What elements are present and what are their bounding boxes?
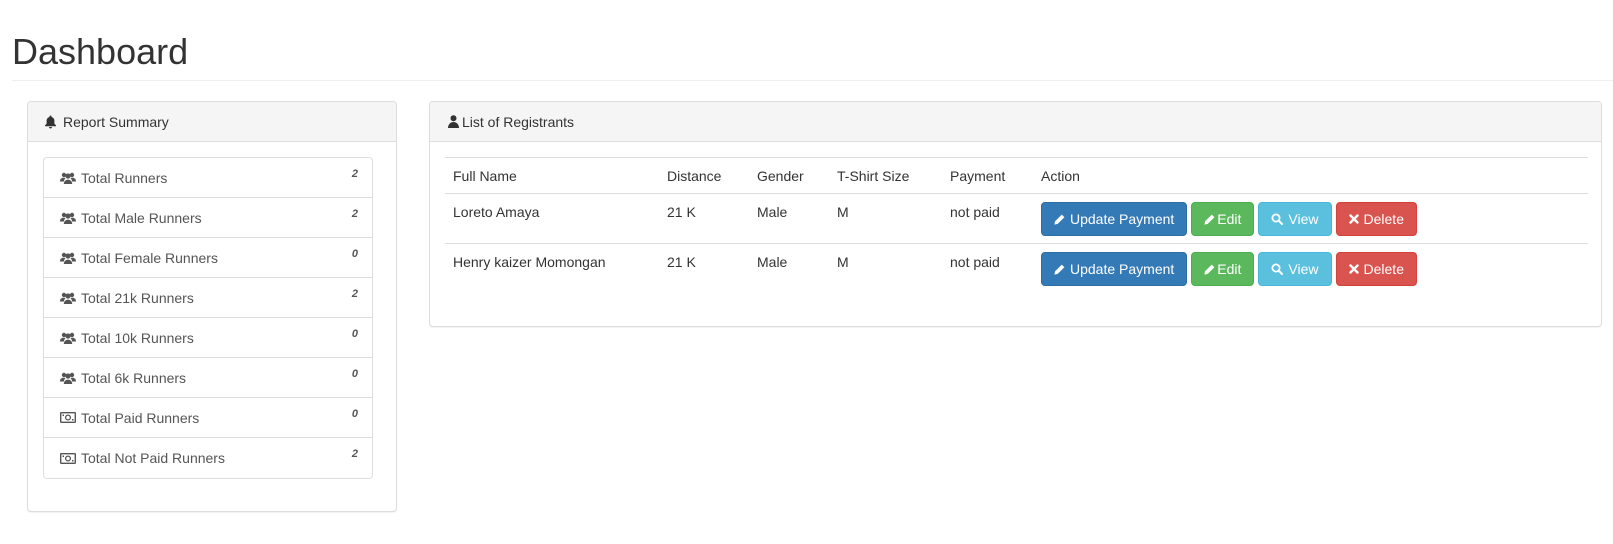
update-payment-button-label: Update Payment — [1070, 261, 1175, 277]
table-header-row: Full Name Distance Gender T-Shirt Size Payme… — [445, 157, 1588, 194]
cell-tshirt-size: M — [829, 193, 942, 244]
action-buttons: Update Payment Edit View Delete — [1041, 202, 1580, 236]
view-button-label: View — [1288, 211, 1319, 227]
column-tshirt-size: T-Shirt Size — [829, 157, 942, 194]
user-icon — [448, 115, 459, 128]
column-distance: Distance — [659, 157, 749, 194]
summary-item-count: 0 — [351, 408, 358, 420]
update-payment-button[interactable]: Update Payment — [1041, 252, 1188, 286]
summary-item: Total Female Runners 0 — [44, 238, 372, 278]
users-icon — [60, 372, 76, 384]
summary-item: Total Not Paid Runners 2 — [44, 438, 372, 478]
search-icon — [1271, 263, 1284, 275]
users-icon — [60, 172, 76, 184]
users-icon — [60, 292, 76, 304]
summary-item: Total 6k Runners 0 — [44, 358, 372, 398]
view-button[interactable]: View — [1258, 202, 1332, 236]
summary-item-label: Total Paid Runners — [81, 409, 200, 426]
summary-item-count: 2 — [351, 168, 358, 180]
update-payment-button[interactable]: Update Payment — [1041, 202, 1188, 236]
users-icon — [60, 332, 76, 344]
summary-item-count: 0 — [351, 328, 358, 340]
action-buttons: Update Payment Edit View Delete — [1041, 252, 1580, 286]
column-action: Action — [1033, 157, 1588, 194]
update-payment-button-label: Update Payment — [1070, 211, 1175, 227]
remove-icon — [1348, 214, 1359, 224]
summary-item-count: 0 — [351, 368, 358, 380]
summary-item-count: 2 — [351, 448, 358, 460]
bell-icon — [44, 115, 57, 129]
registrants-panel: List of Registrants Full Name Distance Gen… — [429, 101, 1602, 327]
delete-button-label: Delete — [1363, 211, 1404, 227]
summary-item-label: Total Male Runners — [81, 209, 202, 226]
summary-list: Total Runners 2 Total Male Runners 2 Total F… — [43, 157, 373, 479]
summary-item: Total Paid Runners 0 — [44, 398, 372, 438]
cell-full-name: Henry kaizer Momongan — [453, 254, 606, 270]
cell-gender: Male — [749, 193, 829, 244]
view-button-label: View — [1288, 261, 1319, 277]
cell-distance: 21 K — [667, 254, 696, 270]
summary-item-label: Total Not Paid Runners — [81, 450, 225, 466]
summary-item: Total 10k Runners 0 — [44, 318, 372, 358]
cell-action: Update Payment Edit View Delete — [1033, 193, 1588, 244]
cell-distance: 21 K — [659, 193, 749, 244]
table-row: Loreto Amaya 21 K Male Mnot paid Update Paym… — [445, 193, 1588, 244]
pencil-icon — [1054, 214, 1065, 225]
edit-button[interactable]: Edit — [1191, 252, 1255, 286]
summary-item-label: Total 6k Runners — [81, 369, 187, 386]
remove-icon — [1348, 264, 1359, 274]
page-title: Dashboard — [12, 31, 189, 72]
report-summary-title: Report Summary — [63, 113, 169, 130]
summary-item-count: 0 — [351, 248, 358, 260]
report-summary-heading: Report Summary — [28, 102, 396, 142]
summary-item: Total 21k Runners 2 — [44, 278, 372, 318]
table-row: Henry kaizer Momongan 21 K Male Mnot paid Up… — [445, 244, 1588, 294]
cell-payment: not paid — [942, 193, 1033, 244]
cell-payment: not paid — [950, 254, 1000, 270]
registrants-heading: List of Registrants — [430, 102, 1601, 142]
summary-item-label: Total Runners — [81, 169, 168, 186]
registrants-title: List of Registrants — [462, 113, 575, 130]
column-payment: Payment — [942, 157, 1033, 194]
cell-action: Update Payment Edit View Delete — [1033, 244, 1588, 294]
summary-item-label: Total 21k Runners — [81, 289, 194, 306]
users-icon — [60, 252, 76, 264]
edit-button-label: Edit — [1217, 261, 1242, 277]
summary-item: Total Male Runners 2 — [44, 198, 372, 238]
pencil-icon — [1204, 214, 1215, 225]
delete-button[interactable]: Delete — [1335, 202, 1417, 236]
view-button[interactable]: View — [1258, 252, 1332, 286]
summary-item-count: 2 — [351, 288, 358, 300]
column-full-name: Full Name — [445, 157, 659, 194]
delete-button-label: Delete — [1363, 261, 1404, 277]
pencil-icon — [1054, 264, 1065, 275]
column-gender: Gender — [749, 157, 829, 194]
page-header: Dashboard — [12, 0, 1613, 81]
cell-full-name: Loreto Amaya — [445, 193, 659, 244]
delete-button[interactable]: Delete — [1335, 252, 1417, 286]
edit-button[interactable]: Edit — [1191, 202, 1255, 236]
report-summary-panel: Report Summary Total Runners 2 Total Male … — [27, 101, 397, 512]
summary-item-count: 2 — [351, 208, 358, 220]
cell-tshirt-size: M — [837, 254, 849, 270]
edit-button-label: Edit — [1217, 211, 1242, 227]
summary-item: Total Runners 2 — [44, 158, 372, 198]
pencil-icon — [1204, 264, 1215, 275]
dashboard-page: Dashboard Report Summary Total Runners 2 T… — [0, 0, 1613, 544]
summary-item-label: Total Female Runners — [81, 249, 218, 266]
users-icon — [60, 212, 76, 224]
money-icon — [60, 412, 76, 423]
cell-gender: Male — [757, 254, 788, 270]
money-icon — [60, 452, 76, 464]
summary-item-label: Total 10k Runners — [81, 329, 194, 346]
registrants-table: Full Name Distance Gender T-Shirt Size Payme… — [445, 157, 1588, 294]
search-icon — [1271, 213, 1284, 225]
